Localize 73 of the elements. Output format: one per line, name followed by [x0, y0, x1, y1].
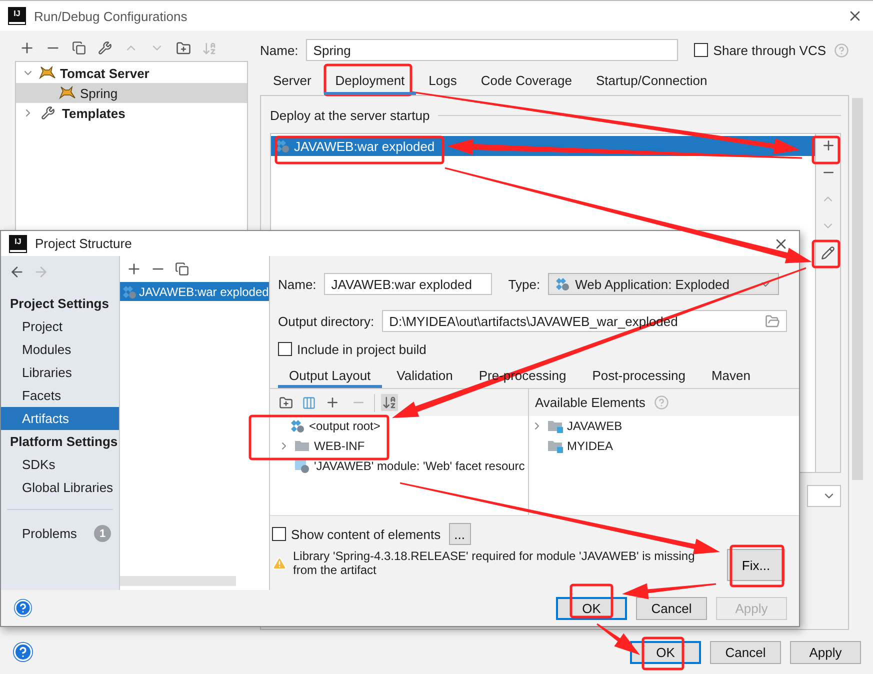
- columns-icon[interactable]: [302, 396, 316, 410]
- scrollbar[interactable]: [120, 576, 236, 586]
- dialog-button[interactable]: Cancel: [636, 596, 707, 620]
- dialog-button[interactable]: Apply: [790, 640, 861, 664]
- share-checkbox[interactable]: Share through VCS: [694, 42, 826, 58]
- sidebar-heading: Project Settings: [9, 295, 110, 313]
- type-dropdown[interactable]: Web Application: Exploded: [548, 273, 780, 295]
- sidebar-item[interactable]: Modules: [1, 338, 119, 361]
- sidebar-heading: Platform Settings: [9, 433, 119, 451]
- warning-icon: [272, 556, 287, 571]
- sidebar-item[interactable]: Global Libraries: [1, 476, 119, 499]
- annotation-box: [812, 240, 840, 268]
- layout-tree-item[interactable]: 'JAVAWEB' module: 'Web' facet resourc: [270, 456, 528, 476]
- show-content-checkbox[interactable]: Show content of elements: [272, 526, 441, 542]
- name-field[interactable]: Spring: [306, 39, 678, 61]
- sidebar-item[interactable]: Facets: [1, 384, 119, 407]
- tree-item[interactable]: Tomcat Server: [16, 63, 247, 83]
- sidebar-item[interactable]: Artifacts: [1, 407, 119, 430]
- annotation-arrow: [596, 623, 640, 655]
- tab[interactable]: Logs: [418, 65, 468, 95]
- annotation-box: [570, 584, 614, 618]
- artifact-icon: [290, 419, 305, 433]
- help-icon[interactable]: [13, 642, 33, 662]
- folder-icon: [547, 439, 563, 453]
- sort-icon[interactable]: [381, 394, 398, 411]
- app-logo: IJ: [10, 236, 26, 252]
- annotation-box: [730, 544, 784, 588]
- available-element[interactable]: MYIDEA: [529, 436, 799, 456]
- help-icon[interactable]: [14, 599, 32, 617]
- warning-message: Library 'Spring-4.3.18.RELEASE' required for module 'JAVAWEB' is missing from the artifact: [293, 549, 696, 577]
- count-badge: 1: [94, 525, 111, 542]
- tab[interactable]: Code Coverage: [470, 65, 583, 95]
- fix-button[interactable]: Fix...: [727, 549, 785, 581]
- section-title: Deploy at the server startup: [270, 108, 430, 123]
- dialog-button[interactable]: Cancel: [710, 640, 781, 664]
- sidebar-item[interactable]: Libraries: [1, 361, 119, 384]
- name-label: Name:: [260, 42, 298, 58]
- folder-open-icon[interactable]: [765, 314, 780, 328]
- window-title: Project Structure: [35, 236, 133, 251]
- artifact-icon: [275, 139, 290, 153]
- module-icon: [294, 458, 310, 474]
- tab[interactable]: Maven: [700, 363, 762, 388]
- more-button[interactable]: ...: [448, 523, 471, 545]
- sidebar-item[interactable]: Project: [1, 315, 119, 338]
- available-element[interactable]: JAVAWEB: [529, 416, 799, 436]
- scrollbar[interactable]: [852, 98, 863, 480]
- include-checkbox[interactable]: Include in project build: [278, 342, 426, 356]
- artifact-icon: [122, 284, 137, 298]
- folder-icon: [547, 419, 563, 433]
- problems-item[interactable]: Problems: [22, 526, 77, 541]
- sidebar-item[interactable]: SDKs: [1, 453, 119, 476]
- available-elements-title: Available Elements: [535, 395, 646, 410]
- output-directory-label: Output directory:: [278, 314, 374, 328]
- artifact-item[interactable]: JAVAWEB:war exploded: [120, 282, 269, 301]
- name-label: Name:: [278, 276, 316, 292]
- layout-tree-item[interactable]: WEB-INF: [270, 436, 528, 456]
- tree-item[interactable]: Templates: [16, 103, 247, 123]
- type-label: Type:: [508, 276, 540, 292]
- app-logo: IJ: [9, 8, 25, 24]
- tab[interactable]: Validation: [386, 363, 464, 388]
- tab[interactable]: Post-processing: [581, 363, 696, 388]
- folder-icon: [294, 439, 310, 453]
- tab[interactable]: Startup/Connection: [584, 65, 718, 95]
- name-field[interactable]: JAVAWEB:war exploded: [324, 273, 492, 295]
- tree-item[interactable]: Spring: [16, 83, 247, 103]
- tab[interactable]: Deployment: [324, 65, 416, 95]
- tab[interactable]: Server: [262, 65, 322, 95]
- tab[interactable]: Output Layout: [278, 363, 382, 388]
- artifact-icon: [555, 277, 570, 291]
- annotation-box: [812, 136, 840, 164]
- layout-tree-item[interactable]: <output root>: [270, 416, 528, 436]
- window-title: Run/Debug Configurations: [34, 8, 188, 24]
- annotation-box: [642, 636, 684, 670]
